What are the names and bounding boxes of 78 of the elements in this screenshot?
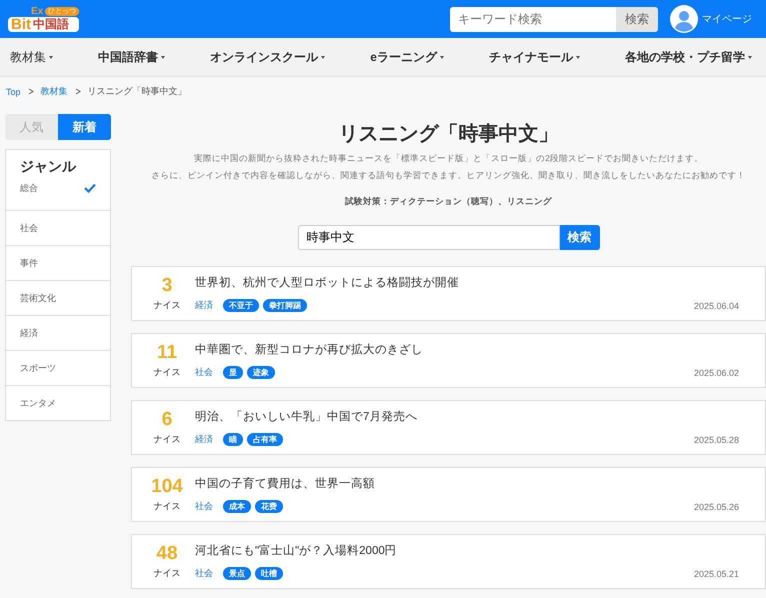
like-count: 11	[156, 342, 178, 364]
caret-icon	[576, 56, 580, 58]
nav-menu[interactable]: 教材集	[10, 48, 53, 66]
article-date: 2025.06.02	[694, 368, 739, 378]
article-date: 2025.06.04	[694, 300, 739, 310]
caret-icon	[161, 56, 166, 58]
genre-item[interactable]: スポーツ	[6, 350, 110, 385]
breadcrumb-current: リスニング「時事中文」	[88, 85, 187, 98]
search-field[interactable]: キーワード検索	[450, 6, 616, 32]
keyword-tag[interactable]: 吐槽	[255, 567, 283, 580]
chevron-icon	[28, 88, 34, 95]
genre-item[interactable]: 事件	[6, 245, 110, 280]
description-text: 実際に中国の新聞から抜粋された時事ニュースを「標準スピード版」と「スロー版」の2段階スピードでお聞きいただけます。	[193, 153, 704, 165]
genre-item[interactable]: 芸術文化	[6, 280, 110, 315]
category-link[interactable]: 経済	[195, 433, 213, 446]
category-link[interactable]: 社会	[195, 500, 213, 513]
article-title[interactable]: 世界初、杭州で人型ロボットによる格闘技が開催	[195, 275, 739, 290]
like-label: ナイス	[154, 500, 180, 513]
like-label: ナイス	[154, 433, 180, 446]
like-label: ナイス	[154, 567, 180, 580]
article-title[interactable]: 明治、「おいしい牛乳」中国で7月発売へ	[195, 409, 739, 424]
search-button[interactable]: 検索	[616, 6, 658, 32]
article-card[interactable]: 48 ナイス 河北省にも"富士山"が？入場料2000円 社会 景点 吐槽 2025.05.21	[131, 534, 766, 589]
genre-item[interactable]: 経済	[6, 315, 110, 350]
article-date: 2025.05.26	[694, 502, 739, 512]
logo-text[interactable]: 中国語	[33, 18, 69, 30]
nav-menu[interactable]: 各地の学校・プチ留学	[625, 48, 752, 66]
page-title: リスニング「時事中文」	[338, 122, 560, 147]
like-count: 104	[151, 476, 183, 498]
breadcrumb-link[interactable]: 教材集	[40, 85, 68, 98]
keyword-tag[interactable]: 显	[223, 366, 243, 379]
keyword-tag[interactable]: 拳打脚踢	[263, 299, 307, 312]
article-card[interactable]: 3 ナイス 世界初、杭州で人型ロボットによる格闘技が開催 経済 不亚于 拳打脚踢 2025.06.04	[131, 266, 766, 321]
article-card[interactable]: 6 ナイス 明治、「おいしい牛乳」中国で7月発売へ 経済 瞄 占有率 2025.05.28	[131, 400, 766, 455]
user-icon[interactable]	[670, 5, 698, 33]
keyword-tag[interactable]: 瞄	[223, 433, 243, 446]
keyword-tag[interactable]: 占有率	[247, 433, 283, 446]
description-text: さらに、ピンイン付きで内容を確認しながら、関連する語句も学習できます。ヒアリング強化、聞き取り、聞き流しをしたいあなたにお勧めです！	[150, 170, 746, 182]
genre-item[interactable]: 社会	[6, 210, 110, 245]
article-date: 2025.05.21	[694, 568, 739, 578]
keyword-tag[interactable]: 不亚于	[223, 299, 259, 312]
genre-heading: ジャンル	[19, 157, 78, 176]
search-button[interactable]: 検索	[560, 225, 600, 250]
article-title[interactable]: 中国の子育て費用は、世界一高額	[195, 476, 739, 491]
nav-menu[interactable]: 中国語辞書	[98, 48, 166, 66]
chevron-icon	[74, 88, 81, 95]
check-icon	[84, 183, 96, 193]
like-label: ナイス	[154, 366, 180, 379]
article-date: 2025.05.28	[694, 434, 739, 444]
genre-item[interactable]: エンタメ	[6, 385, 110, 420]
caret-icon	[748, 56, 752, 58]
article-card[interactable]: 104 ナイス 中国の子育て費用は、世界一高額 社会 成本 花费 2025.05.26	[131, 467, 766, 522]
search-field[interactable]: 時事中文	[298, 225, 560, 250]
category-link[interactable]: 経済	[195, 299, 213, 312]
article-title[interactable]: 中華圏で、新型コロナが再び拡大のきざし	[195, 342, 739, 357]
sort-tab[interactable]: 新着	[58, 114, 111, 140]
like-count: 3	[162, 275, 172, 297]
mypage-link[interactable]: マイページ	[702, 12, 752, 26]
keyword-tag[interactable]: 景点	[223, 567, 251, 580]
caret-icon	[49, 56, 53, 58]
exam-note: 試験対策：ディクテーション（聴写）、リスニング	[344, 196, 553, 208]
category-link[interactable]: 社会	[195, 366, 213, 379]
keyword-tag[interactable]: 花费	[255, 500, 283, 513]
article-title[interactable]: 河北省にも"富士山"が？入場料2000円	[195, 543, 739, 558]
genre-item[interactable]: 総合	[6, 176, 110, 210]
nav-menu[interactable]: チャイナモール	[488, 48, 580, 66]
caret-icon	[321, 56, 326, 58]
keyword-tag[interactable]: 迹象	[247, 366, 275, 379]
nav-menu[interactable]: eラーニング	[370, 48, 444, 66]
caret-icon	[440, 56, 444, 58]
nav-menu[interactable]: オンラインスクール	[210, 48, 326, 66]
like-count: 6	[162, 409, 172, 431]
category-link[interactable]: 社会	[195, 567, 213, 580]
article-card[interactable]: 11 ナイス 中華圏で、新型コロナが再び拡大のきざし 社会 显 迹象 2025.06.02	[131, 333, 766, 388]
breadcrumb-link[interactable]: Top	[6, 86, 21, 96]
keyword-tag[interactable]: 成本	[223, 500, 251, 513]
like-count: 48	[156, 543, 178, 565]
like-label: ナイス	[154, 299, 180, 312]
